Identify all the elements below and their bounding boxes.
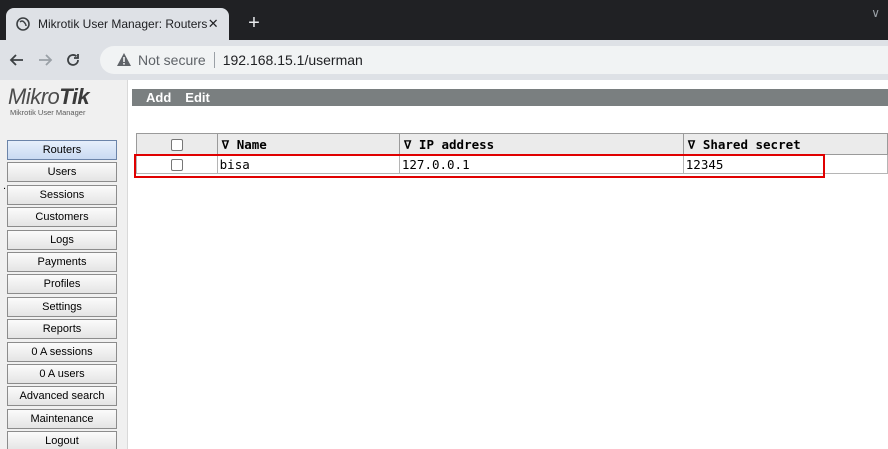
table-row[interactable]: bisa 127.0.0.1 12345 [136, 154, 888, 174]
table-header-row: ∇ Name ∇ IP address ∇ Shared secret [136, 133, 888, 155]
menu-item-logout[interactable]: Logout [7, 431, 117, 449]
not-secure-label[interactable]: Not secure [138, 52, 206, 68]
menu-item-routers[interactable]: Routers [7, 140, 117, 160]
name-column-header[interactable]: ∇ Name [216, 133, 400, 155]
select-all-checkbox[interactable] [170, 139, 183, 151]
routers-table: ∇ Name ∇ IP address ∇ Shared secret bisa… [136, 133, 888, 174]
add-button[interactable]: Add [146, 90, 171, 105]
edit-button[interactable]: Edit [185, 90, 210, 105]
menu-item-logs[interactable]: Logs [7, 229, 117, 250]
menu-item-customers[interactable]: Customers [7, 207, 117, 228]
router-ip-cell[interactable]: 127.0.0.1 [398, 154, 684, 174]
ip-column-header[interactable]: ∇ IP address [398, 133, 684, 155]
reload-icon[interactable] [62, 49, 84, 71]
page-content: MikroTik Mikrotik User Manager Routers Us… [0, 80, 888, 449]
logo-subtitle: Mikrotik User Manager [10, 108, 86, 117]
address-bar[interactable]: Not secure 192.168.15.1/userman [100, 46, 888, 74]
browser-toolbar: Not secure 192.168.15.1/userman [0, 40, 888, 80]
tab-search-icon[interactable]: ∨ [871, 6, 880, 20]
main-area: Add Edit ∇ Name ∇ IP address ∇ Shared se… [132, 80, 888, 449]
menu-item-payments[interactable]: Payments [7, 251, 117, 272]
secret-column-header[interactable]: ∇ Shared secret [682, 133, 888, 155]
new-tab-button[interactable]: + [243, 13, 265, 35]
browser-tab[interactable]: Mikrotik User Manager: Routers ✕ [6, 8, 229, 40]
menu-item-advanced-search[interactable]: Advanced search [7, 386, 117, 407]
globe-icon [16, 16, 30, 32]
left-panel: MikroTik Mikrotik User Manager Routers Us… [0, 80, 128, 449]
mikrotik-logo: MikroTik Mikrotik User Manager [8, 84, 124, 118]
action-bar: Add Edit [132, 89, 888, 106]
footer-dot: . [3, 180, 7, 192]
menu-item-sessions[interactable]: Sessions [7, 184, 117, 205]
menu-item-settings[interactable]: Settings [7, 296, 117, 317]
tab-title: Mikrotik User Manager: Routers [38, 17, 208, 31]
select-all-header [136, 133, 218, 155]
warning-icon[interactable] [116, 52, 132, 68]
browser-tabstrip: Mikrotik User Manager: Routers ✕ + ∨ [0, 0, 888, 40]
logo-wordmark: MikroTik [8, 84, 90, 109]
back-arrow-icon[interactable] [6, 49, 28, 71]
row-select-cell [136, 154, 218, 174]
menu-item-profiles[interactable]: Profiles [7, 274, 117, 295]
forward-arrow-icon[interactable] [34, 49, 56, 71]
router-name-cell[interactable]: bisa [216, 154, 400, 174]
menu-item-maintenance[interactable]: Maintenance [7, 408, 117, 429]
close-tab-icon[interactable]: ✕ [207, 16, 219, 32]
menu-item-users[interactable]: Users [7, 162, 117, 183]
menu-item-0-a-sessions[interactable]: 0 A sessions [7, 341, 117, 362]
menu-item-0-a-users[interactable]: 0 A users [7, 363, 117, 384]
row-checkbox[interactable] [170, 159, 183, 171]
router-secret-cell[interactable]: 12345 [682, 154, 888, 174]
menu-item-reports[interactable]: Reports [7, 319, 117, 340]
main-menu: Routers Users Sessions Customers Logs Payment… [7, 140, 117, 449]
address-separator [213, 52, 215, 68]
address-url[interactable]: 192.168.15.1/userman [223, 52, 363, 68]
